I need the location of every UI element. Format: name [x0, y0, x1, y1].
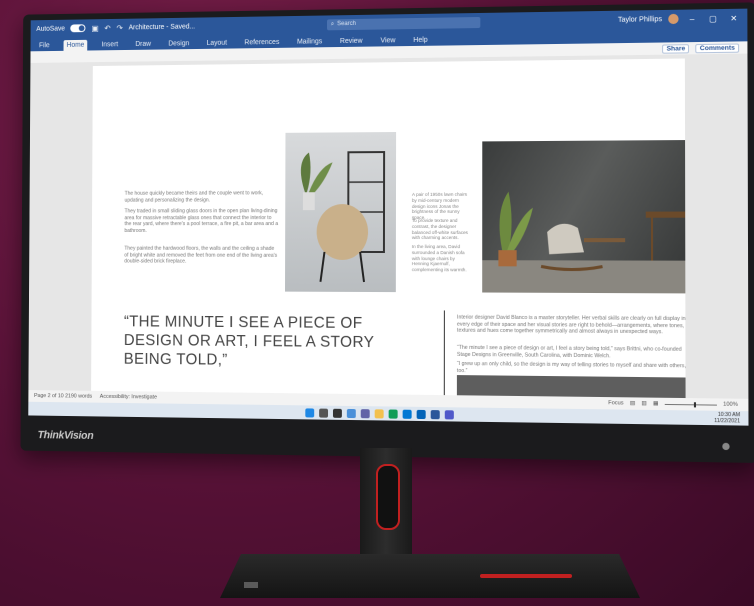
caption-1: A pair of 1950s lawn chairs by mid-centu… — [411, 191, 468, 221]
chat-icon[interactable] — [360, 408, 370, 418]
start-icon[interactable] — [304, 407, 314, 417]
word-icon[interactable] — [430, 409, 440, 419]
redo-icon[interactable]: ↷ — [116, 23, 122, 32]
undo-icon[interactable]: ↶ — [104, 23, 110, 32]
user-name: Taylor Phillips — [617, 15, 663, 24]
tab-references[interactable]: References — [242, 37, 283, 48]
tab-view[interactable]: View — [377, 35, 398, 46]
paragraph-3: They painted the hardwood floors, the wa… — [124, 245, 278, 265]
search-placeholder: Search — [337, 20, 356, 28]
tab-insert[interactable]: Insert — [99, 39, 121, 50]
print-layout-icon[interactable]: ▥ — [641, 401, 646, 407]
tab-help[interactable]: Help — [410, 35, 430, 46]
brand-logo: ThinkVision — [37, 429, 94, 442]
caption-3: In the living area, David surrounded a D… — [411, 244, 467, 273]
tab-draw[interactable]: Draw — [132, 39, 153, 50]
teams-icon[interactable] — [444, 409, 454, 419]
base-logo — [244, 582, 258, 588]
chair-photo-left — [285, 132, 397, 293]
tab-design[interactable]: Design — [165, 38, 192, 49]
close-icon[interactable]: ✕ — [726, 13, 741, 22]
edge-icon[interactable] — [388, 408, 398, 419]
document-canvas: The house quickly became theirs and the … — [28, 53, 749, 399]
pull-quote: “THE MINUTE I SEE A PIECE OF DESIGN OR A… — [123, 313, 375, 369]
outlook-icon[interactable] — [416, 409, 426, 419]
monitor-stand-base — [220, 554, 640, 598]
autosave-label: AutoSave — [36, 25, 65, 33]
chair-photo-right — [482, 139, 686, 294]
zoom-controls: Focus ▤ ▥ ▦ 100% — [608, 400, 738, 408]
paragraph-right-1: Interior designer David Blanco is a mast… — [456, 314, 686, 336]
image-placeholder — [456, 375, 686, 399]
tab-mailings[interactable]: Mailings — [294, 36, 325, 47]
monitor-stand-neck — [360, 448, 412, 570]
caption-2: To provide texture and contrast, the des… — [411, 217, 468, 241]
avatar[interactable] — [668, 13, 679, 25]
autosave-toggle[interactable] — [70, 24, 86, 33]
tab-file[interactable]: File — [36, 40, 52, 51]
paragraph-2: They traded in small sliding glass doors… — [124, 208, 279, 234]
cable-management-slot — [376, 464, 400, 530]
minimize-icon[interactable]: – — [685, 14, 700, 23]
system-tray[interactable]: 10:30 AM 11/22/2021 — [714, 412, 740, 425]
store-icon[interactable] — [402, 409, 412, 419]
document-title: Architecture - Saved... — [128, 23, 196, 31]
clock-date: 11/22/2021 — [714, 417, 741, 425]
paragraph-right-3: “I grew up an only child, so the design … — [456, 360, 686, 374]
zoom-slider[interactable] — [664, 401, 717, 407]
read-mode-icon[interactable]: ▤ — [630, 400, 635, 406]
maximize-icon[interactable]: ▢ — [706, 14, 721, 23]
power-button[interactable] — [722, 442, 730, 451]
search-taskbar-icon[interactable] — [318, 408, 328, 418]
base-accent-stripe — [480, 574, 572, 578]
share-button[interactable]: Share — [662, 43, 690, 54]
paragraph-1: The house quickly became theirs and the … — [124, 190, 264, 204]
paragraph-right-2: “The minute I see a piece of design or a… — [456, 344, 682, 359]
zoom-thumb[interactable] — [693, 401, 696, 407]
tab-review[interactable]: Review — [337, 36, 366, 47]
comments-button[interactable]: Comments — [695, 42, 740, 53]
accessibility-status[interactable]: Accessibility: Investigate — [100, 394, 157, 401]
page-info: Page 2 of 10 2190 words — [34, 393, 93, 400]
search-input[interactable]: ⌕ Search — [326, 16, 481, 30]
search-icon: ⌕ — [330, 20, 335, 27]
save-icon[interactable]: ▣ — [91, 24, 98, 33]
document-page[interactable]: The house quickly became theirs and the … — [91, 58, 686, 399]
monitor: AutoSave ▣ ↶ ↷ Architecture - Saved... ⌕… — [20, 2, 754, 463]
file-explorer-icon[interactable] — [374, 408, 384, 418]
web-layout-icon[interactable]: ▦ — [653, 401, 658, 407]
tab-layout[interactable]: Layout — [204, 38, 230, 49]
screen: AutoSave ▣ ↶ ↷ Architecture - Saved... ⌕… — [28, 8, 749, 426]
widgets-icon[interactable] — [346, 408, 356, 418]
column-divider — [443, 310, 445, 396]
task-view-icon[interactable] — [332, 408, 342, 418]
tab-home[interactable]: Home — [63, 39, 88, 51]
focus-button[interactable]: Focus — [608, 400, 623, 406]
zoom-level[interactable]: 100% — [723, 402, 738, 408]
